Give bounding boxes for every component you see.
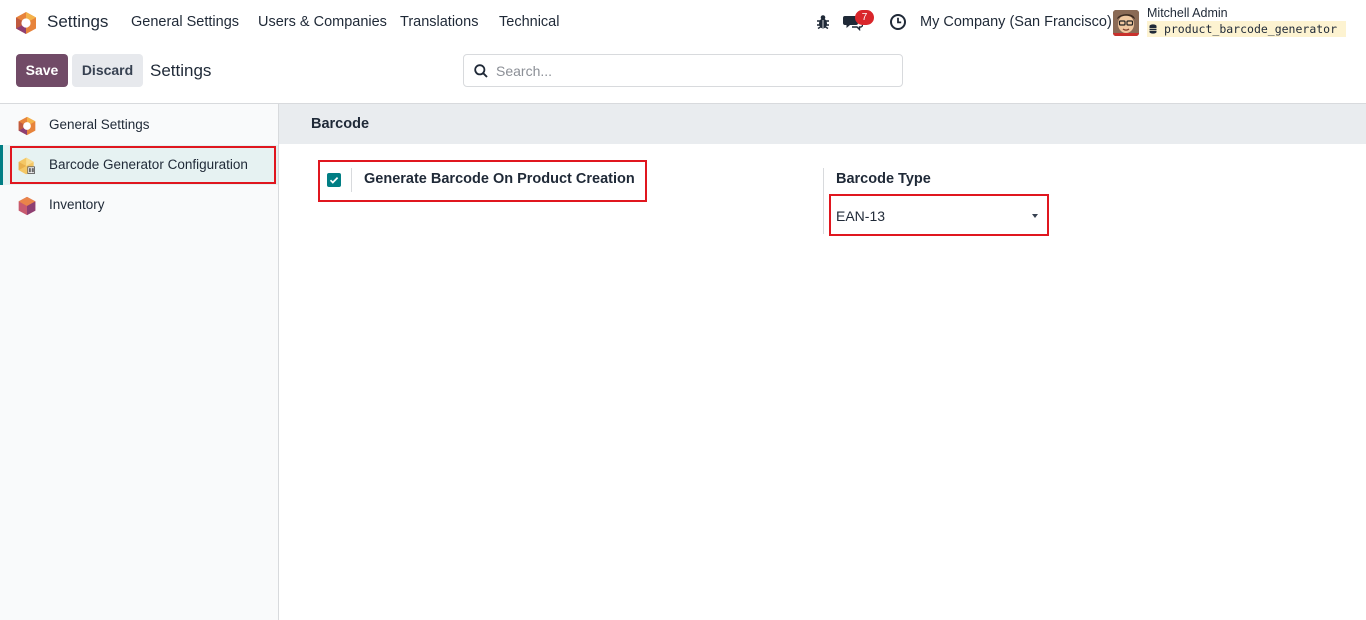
company-switcher[interactable]: My Company (San Francisco) <box>920 14 1112 30</box>
generate-barcode-checkbox[interactable] <box>327 173 341 187</box>
user-avatar[interactable] <box>1113 10 1139 36</box>
debug-bug-icon[interactable] <box>814 13 832 31</box>
chevron-down-icon <box>1032 214 1038 218</box>
barcode-type-select[interactable]: EAN-13 <box>836 204 1044 228</box>
discard-button[interactable]: Discard <box>72 54 143 87</box>
database-chip: product_barcode_generator <box>1147 21 1346 37</box>
settings-sidebar: General Settings Barcode Generator Confi… <box>0 103 279 620</box>
settings-app-icon <box>18 116 36 136</box>
menu-translations[interactable]: Translations <box>400 14 478 30</box>
activity-clock-icon[interactable] <box>889 13 907 31</box>
barcode-type-value: EAN-13 <box>836 208 886 224</box>
sidebar-item-general-settings[interactable]: General Settings <box>0 105 278 145</box>
settings-main: Barcode Generate Barcode On Product Crea… <box>279 103 1366 620</box>
menu-users-companies[interactable]: Users & Companies <box>258 14 387 30</box>
section-header: Barcode <box>279 104 1366 144</box>
messages-count-badge: 7 <box>855 10 874 25</box>
top-navbar: Settings General Settings Users & Compan… <box>0 0 1366 46</box>
checkmark-icon <box>329 177 339 184</box>
search-box <box>463 54 903 87</box>
inventory-app-icon <box>18 196 36 216</box>
section-title: Barcode <box>311 116 370 132</box>
divider <box>823 168 824 234</box>
sidebar-item-label: General Settings <box>49 117 150 132</box>
search-input[interactable] <box>496 61 892 81</box>
menu-technical[interactable]: Technical <box>499 14 559 30</box>
barcode-type-label: Barcode Type <box>836 171 931 187</box>
sidebar-item-inventory[interactable]: Inventory <box>0 185 278 225</box>
search-icon <box>474 64 488 78</box>
user-name[interactable]: Mitchell Admin <box>1147 6 1228 20</box>
database-icon <box>1149 24 1157 34</box>
app-name[interactable]: Settings <box>47 12 108 32</box>
breadcrumb: Settings <box>150 61 212 80</box>
divider <box>351 168 352 192</box>
save-button[interactable]: Save <box>16 54 68 87</box>
database-name: product_barcode_generator <box>1163 22 1338 36</box>
sidebar-item-barcode-generator[interactable]: Barcode Generator Configuration <box>0 145 278 185</box>
sidebar-item-label: Barcode Generator Configuration <box>49 157 248 172</box>
barcode-module-icon <box>18 157 35 175</box>
menu-general-settings[interactable]: General Settings <box>131 14 239 30</box>
settings-app-logo-icon[interactable] <box>14 11 38 35</box>
generate-barcode-label[interactable]: Generate Barcode On Product Creation <box>364 171 635 187</box>
sidebar-item-label: Inventory <box>49 197 105 212</box>
